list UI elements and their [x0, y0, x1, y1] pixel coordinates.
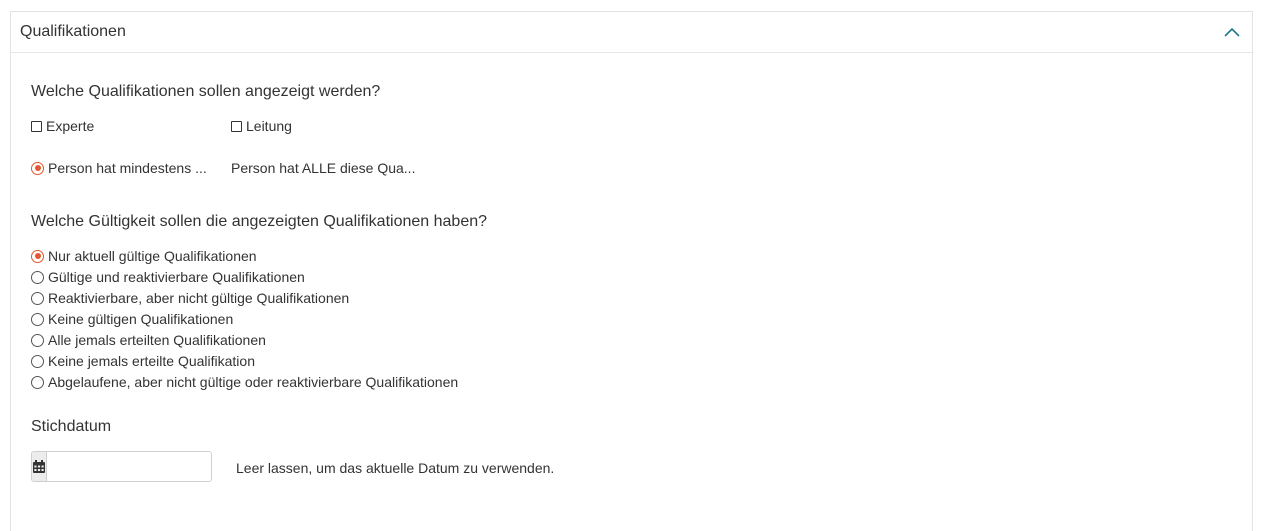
radio-label: Alle jemals erteilten Qualifikationen: [48, 332, 266, 348]
radio-validity-valid-reactivatable[interactable]: Gültige und reaktivierbare Qualifikation…: [31, 269, 305, 285]
calendar-icon[interactable]: [32, 452, 47, 481]
reference-date-input[interactable]: [47, 452, 211, 481]
checkbox-leitung[interactable]: Leitung: [231, 118, 292, 134]
radio-match-any[interactable]: Person hat mindestens ...: [31, 160, 207, 176]
chevron-up-icon[interactable]: [1222, 22, 1242, 42]
radio-label: Nur aktuell gültige Qualifikationen: [48, 248, 257, 264]
checkbox-box[interactable]: [231, 120, 242, 132]
radio-validity-all-ever[interactable]: Alle jemals erteilten Qualifikationen: [31, 332, 266, 348]
radio-button[interactable]: [31, 161, 44, 175]
reference-date-group: [31, 451, 212, 482]
checkbox-label: Leitung: [246, 118, 292, 134]
radio-validity-current[interactable]: Nur aktuell gültige Qualifikationen: [31, 248, 257, 264]
radio-button[interactable]: [31, 270, 44, 284]
reference-date-hint: Leer lassen, um das aktuelle Datum zu ve…: [236, 460, 555, 476]
radio-label: Person hat ALLE diese Qua...: [231, 160, 416, 176]
panel-title: Qualifikationen: [20, 23, 126, 40]
reference-date-label: Stichdatum: [31, 418, 112, 435]
qualifications-question: Welche Qualifikationen sollen angezeigt …: [31, 83, 381, 100]
radio-validity-reactivatable-only[interactable]: Reaktivierbare, aber nicht gültige Quali…: [31, 290, 349, 306]
radio-button[interactable]: [31, 333, 44, 347]
radio-button[interactable]: [31, 312, 44, 326]
panel-header[interactable]: Qualifikationen: [11, 12, 1252, 53]
radio-label: Person hat mindestens ...: [48, 160, 207, 176]
checkbox-box[interactable]: [31, 120, 42, 132]
radio-match-all[interactable]: Person hat ALLE diese Qua...: [231, 160, 415, 176]
radio-button[interactable]: [31, 375, 44, 389]
radio-label: Keine gültigen Qualifikationen: [48, 311, 234, 327]
radio-validity-never[interactable]: Keine jemals erteilte Qualifikation: [31, 353, 255, 369]
radio-button[interactable]: [31, 291, 44, 305]
radio-label: Gültige und reaktivierbare Qualifikation…: [48, 269, 305, 285]
checkbox-experte[interactable]: Experte: [31, 118, 94, 134]
radio-button[interactable]: [31, 249, 44, 263]
radio-validity-none-valid[interactable]: Keine gültigen Qualifikationen: [31, 311, 233, 327]
radio-label: Keine jemals erteilte Qualifikation: [48, 353, 255, 369]
validity-question: Welche Gültigkeit sollen die angezeigten…: [31, 213, 488, 230]
radio-label: Abgelaufene, aber nicht gültige oder rea…: [48, 374, 459, 390]
radio-label: Reaktivierbare, aber nicht gültige Quali…: [48, 290, 350, 306]
radio-button[interactable]: [31, 354, 44, 368]
radio-validity-expired[interactable]: Abgelaufene, aber nicht gültige oder rea…: [31, 374, 458, 390]
checkbox-label: Experte: [46, 118, 95, 134]
